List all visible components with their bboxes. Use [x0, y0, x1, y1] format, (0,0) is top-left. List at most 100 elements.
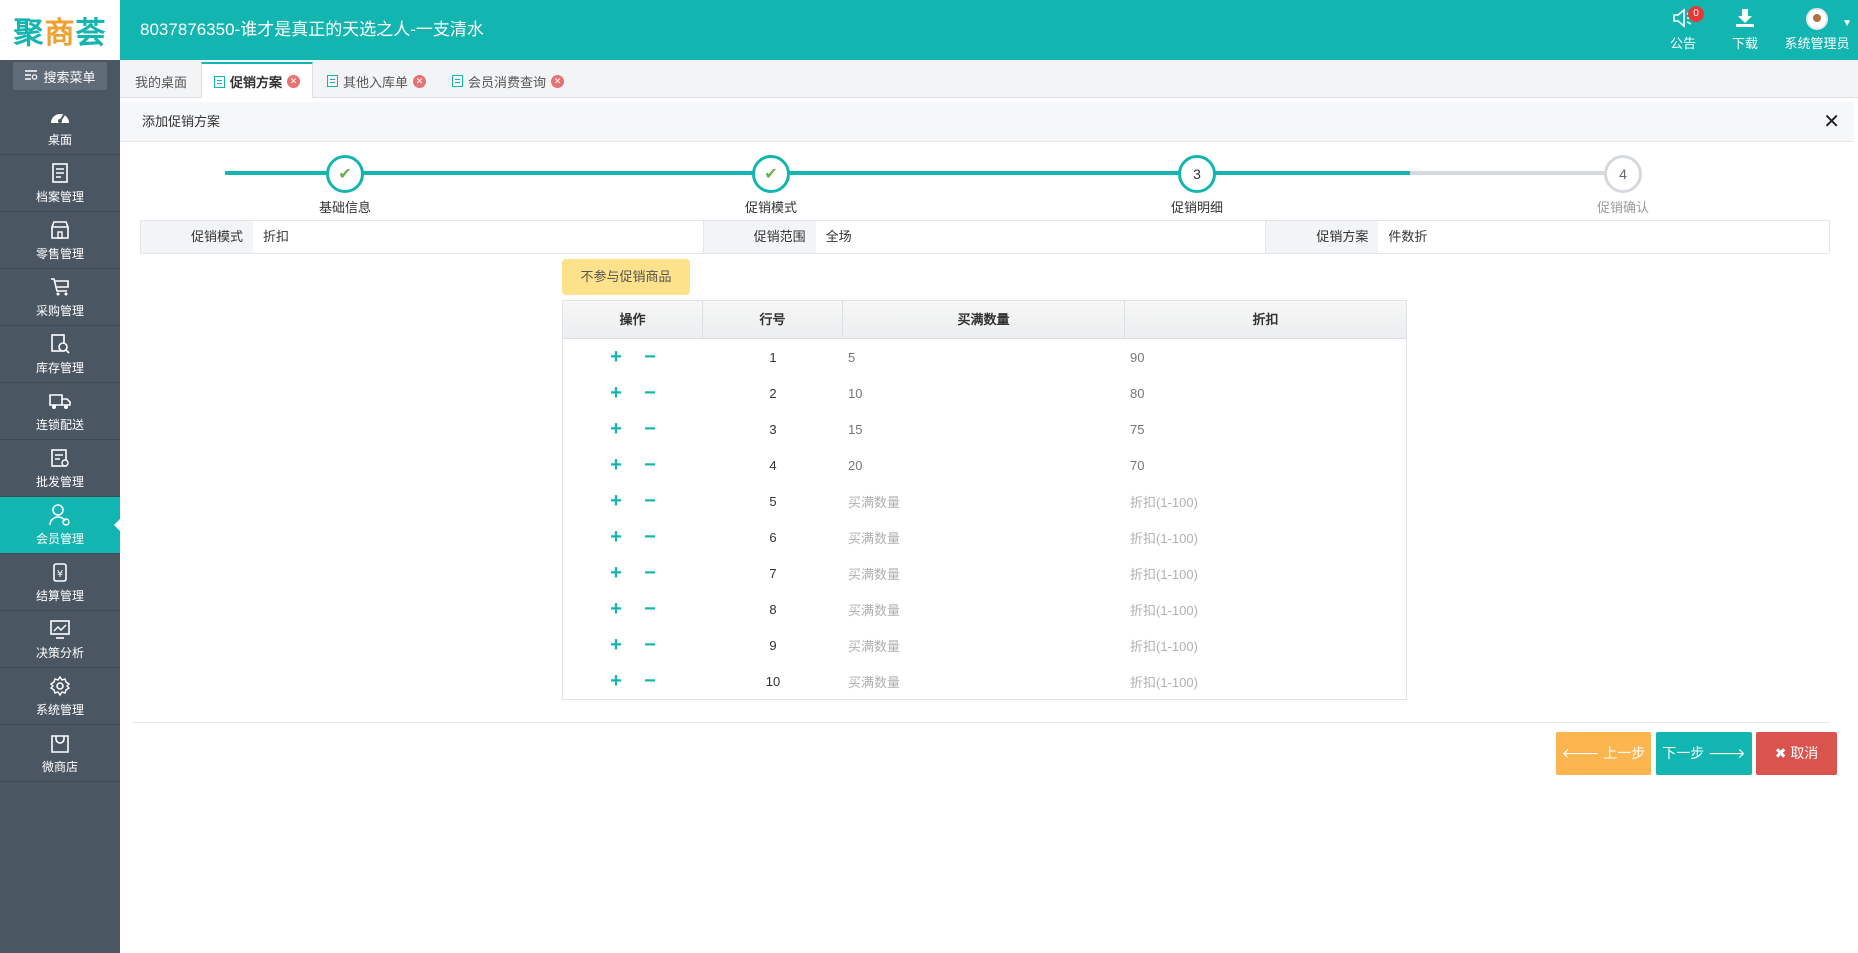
- user-label: 系统管理员: [1784, 36, 1850, 51]
- discount-input[interactable]: 折扣(1-100): [1125, 492, 1406, 511]
- notice-count-badge: 0: [1688, 6, 1704, 22]
- next-step-button[interactable]: 下一步 🡒: [1656, 732, 1752, 775]
- close-icon[interactable]: ✕: [1823, 110, 1840, 134]
- discount-table: 操作 行号 买满数量 折扣 + −1 5 90 + −2 10 80 + −3 15 75 + −4 20 7…: [562, 300, 1407, 700]
- tab-member-consumption[interactable]: 会员消费查询 ✕: [440, 62, 576, 98]
- qty-input[interactable]: 买满数量: [843, 600, 1125, 619]
- plus-icon[interactable]: +: [608, 454, 624, 477]
- discount-input[interactable]: 70: [1125, 458, 1406, 473]
- minus-icon[interactable]: −: [642, 634, 658, 657]
- discount-input[interactable]: 折扣(1-100): [1125, 600, 1406, 619]
- tab-my-desktop[interactable]: 我的桌面: [123, 62, 199, 98]
- plus-icon[interactable]: +: [608, 346, 624, 369]
- tab-promotion[interactable]: 促销方案 ✕: [201, 62, 314, 99]
- qty-input[interactable]: 20: [843, 458, 1125, 473]
- tab-label: 会员消费查询: [468, 74, 547, 90]
- row-actions: + −: [563, 382, 703, 405]
- download-button[interactable]: 下载: [1714, 0, 1776, 60]
- sidebar-item-analysis[interactable]: 决策分析: [0, 611, 120, 668]
- header-action: 操作: [563, 301, 703, 338]
- scope-value: 全场: [816, 221, 1267, 253]
- sidebar-item-dashboard[interactable]: 桌面: [0, 98, 120, 155]
- sidebar-item-label: 会员管理: [35, 532, 84, 546]
- tab-label: 我的桌面: [135, 74, 188, 90]
- plus-icon[interactable]: +: [608, 418, 624, 441]
- search-menu-button[interactable]: 搜索菜单: [13, 62, 107, 90]
- document-icon: [452, 75, 464, 87]
- svg-text:¥: ¥: [57, 569, 63, 580]
- minus-icon[interactable]: −: [642, 562, 658, 585]
- discount-input[interactable]: 90: [1125, 350, 1406, 365]
- qty-input[interactable]: 买满数量: [843, 528, 1125, 547]
- sidebar-item-truck[interactable]: 连锁配送: [0, 383, 120, 440]
- row-actions: + −: [563, 418, 703, 441]
- close-icon[interactable]: ✕: [413, 74, 427, 88]
- plan-label: 促销方案: [1266, 221, 1379, 253]
- minus-icon[interactable]: −: [642, 418, 658, 441]
- sidebar-item-wholesale[interactable]: 批发管理: [0, 440, 120, 497]
- sidebar-item-settlement[interactable]: ¥ 结算管理: [0, 554, 120, 611]
- table-row: + − 5 买满数量 折扣(1-100): [563, 483, 1406, 519]
- sidebar-item-cart[interactable]: 采购管理: [0, 269, 120, 326]
- minus-icon[interactable]: −: [642, 670, 658, 693]
- close-icon[interactable]: ✕: [551, 74, 565, 88]
- mode-label: 促销模式: [141, 221, 253, 253]
- qty-input[interactable]: 10: [843, 386, 1125, 401]
- qty-input[interactable]: 买满数量: [843, 564, 1125, 583]
- sidebar-item-store[interactable]: 零售管理: [0, 212, 120, 269]
- panel-title: 添加促销方案: [142, 114, 221, 129]
- qty-input[interactable]: 买满数量: [843, 672, 1125, 691]
- sidebar-item-label: 档案管理: [35, 190, 84, 204]
- plus-icon[interactable]: +: [608, 670, 624, 693]
- discount-input[interactable]: 75: [1125, 422, 1406, 437]
- header-qty: 买满数量: [843, 301, 1125, 338]
- plus-icon[interactable]: +: [608, 598, 624, 621]
- sidebar-item-archive[interactable]: 档案管理: [0, 155, 120, 212]
- analysis-icon: [48, 617, 72, 641]
- top-bar: 聚商荟 8037876350-谁才是真正的天选之人-一支清水 0 公告 下载 ▼…: [0, 0, 1858, 60]
- cancel-button[interactable]: ✖ 取消: [1756, 732, 1837, 775]
- plus-icon[interactable]: +: [608, 382, 624, 405]
- minus-icon[interactable]: −: [642, 382, 658, 405]
- table-row: + − 10 买满数量 折扣(1-100): [563, 663, 1406, 699]
- table-row: + − 7 买满数量 折扣(1-100): [563, 555, 1406, 591]
- minus-icon[interactable]: −: [642, 598, 658, 621]
- minus-icon[interactable]: −: [642, 490, 658, 513]
- sidebar-item-inventory[interactable]: 库存管理: [0, 326, 120, 383]
- header-row-no: 行号: [703, 301, 843, 338]
- sidebar-item-shop-bag[interactable]: 微商店: [0, 725, 120, 782]
- tab-other-inbound[interactable]: 其他入库单 ✕: [315, 62, 438, 98]
- brand-logo[interactable]: 聚商荟: [0, 0, 120, 60]
- sidebar-item-gear[interactable]: 系统管理: [0, 668, 120, 725]
- plus-icon[interactable]: +: [608, 490, 624, 513]
- qty-input[interactable]: 买满数量: [843, 636, 1125, 655]
- sidebar-item-member[interactable]: 会员管理: [0, 497, 120, 554]
- step-label: 促销明细: [1170, 200, 1223, 215]
- discount-input[interactable]: 折扣(1-100): [1125, 672, 1406, 691]
- plus-icon[interactable]: +: [608, 526, 624, 549]
- prev-step-button[interactable]: 🡐 上一步: [1556, 732, 1651, 775]
- notice-button[interactable]: 0 公告: [1652, 0, 1714, 60]
- company-title: 8037876350-谁才是真正的天选之人-一支清水: [140, 20, 484, 39]
- row-number: 10: [765, 673, 781, 689]
- plus-icon[interactable]: +: [608, 634, 624, 657]
- table-row: + − 4 20 70: [563, 447, 1406, 483]
- discount-input[interactable]: 折扣(1-100): [1125, 528, 1406, 547]
- discount-input[interactable]: 折扣(1-100): [1125, 564, 1406, 583]
- discount-input[interactable]: 80: [1125, 386, 1406, 401]
- wholesale-icon: [48, 446, 72, 470]
- discount-input[interactable]: 折扣(1-100): [1125, 636, 1406, 655]
- table-row: + − 2 10 80: [563, 375, 1406, 411]
- user-menu[interactable]: ▼ 系统管理员: [1776, 0, 1858, 60]
- minus-icon[interactable]: −: [642, 526, 658, 549]
- qty-input[interactable]: 5: [843, 350, 1125, 365]
- exclude-products-button[interactable]: 不参与促销商品: [562, 259, 690, 295]
- minus-icon[interactable]: −: [642, 454, 658, 477]
- shop-bag-icon: [48, 731, 72, 755]
- plus-icon[interactable]: +: [608, 562, 624, 585]
- qty-input[interactable]: 15: [843, 422, 1125, 437]
- close-icon[interactable]: ✕: [287, 75, 301, 88]
- document-icon: [327, 75, 339, 87]
- qty-input[interactable]: 买满数量: [843, 492, 1125, 511]
- minus-icon[interactable]: −: [642, 346, 658, 369]
